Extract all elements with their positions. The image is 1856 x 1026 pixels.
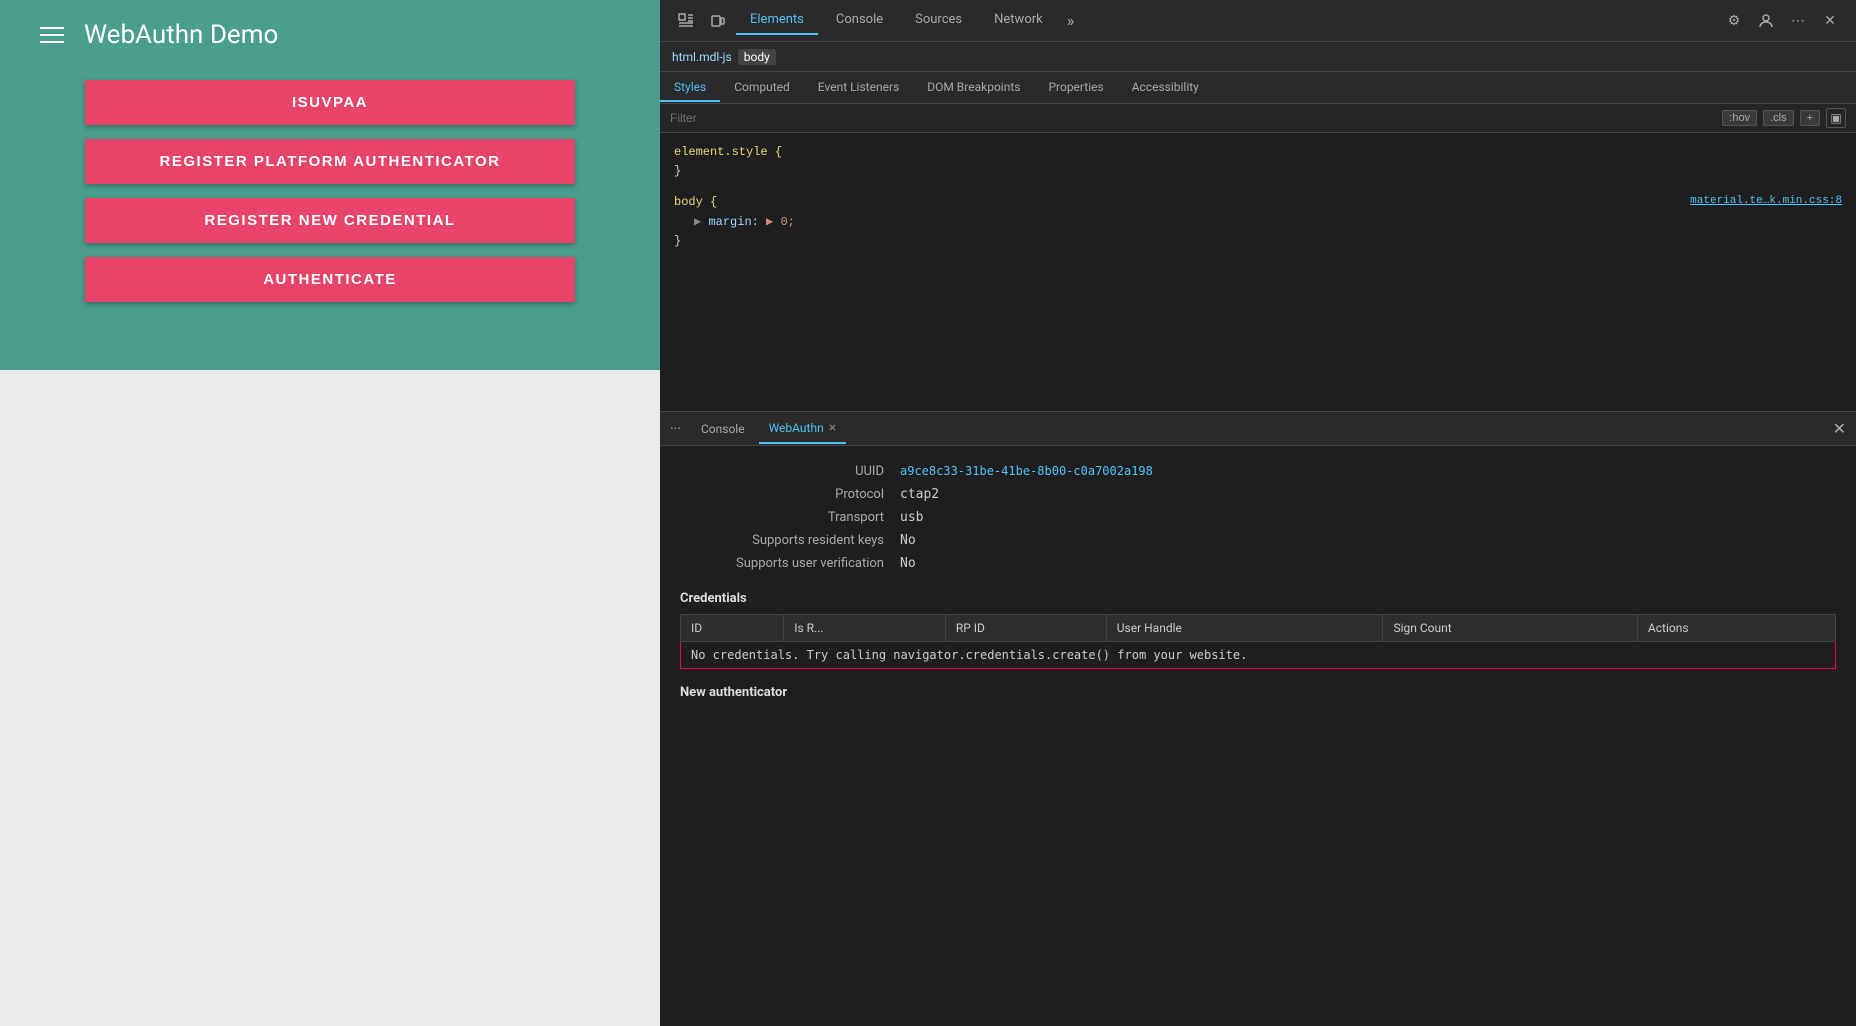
- uuid-label: UUID: [680, 464, 900, 479]
- add-style-rule[interactable]: +: [1800, 110, 1820, 126]
- inspect-icon[interactable]: [672, 7, 700, 35]
- more-tabs-icon[interactable]: »: [1061, 11, 1081, 30]
- transport-row: Transport usb: [680, 506, 1836, 529]
- hamburger-menu-icon[interactable]: [40, 27, 64, 43]
- tab-accessibility[interactable]: Accessibility: [1118, 74, 1213, 102]
- styles-filter-input[interactable]: [670, 111, 1716, 125]
- left-panel: WebAuthn Demo ISUVPAA REGISTER PLATFORM …: [0, 0, 660, 1026]
- devtools-main: Styles Computed Event Listeners DOM Brea…: [660, 72, 1856, 1026]
- tab-dom-breakpoints[interactable]: DOM Breakpoints: [913, 74, 1034, 102]
- register-platform-button[interactable]: REGISTER PLATFORM AUTHENTICATOR: [85, 139, 575, 184]
- col-sign-count: Sign Count: [1383, 615, 1637, 642]
- isuvpaa-button[interactable]: ISUVPAA: [85, 80, 575, 125]
- sidebar-toggle-icon[interactable]: ▣: [1826, 108, 1846, 128]
- transport-value: usb: [900, 510, 923, 525]
- authenticate-button[interactable]: AUTHENTICATE: [85, 257, 575, 302]
- overflow-icon[interactable]: ⋯: [1784, 7, 1812, 35]
- css-source-link[interactable]: material.te…k.min.css:8: [1690, 193, 1842, 211]
- tab-computed[interactable]: Computed: [720, 74, 804, 102]
- credentials-tbody: No credentials. Try calling navigator.cr…: [681, 642, 1836, 669]
- devtools-breadcrumb: html.mdl-js body: [660, 42, 1856, 72]
- styles-tabs: Styles Computed Event Listeners DOM Brea…: [660, 72, 1856, 104]
- app-content: [0, 370, 660, 1026]
- col-rp-id: RP ID: [945, 615, 1106, 642]
- credentials-title: Credentials: [680, 591, 1836, 606]
- user-verification-value: No: [900, 556, 916, 571]
- protocol-label: Protocol: [680, 487, 900, 502]
- settings-icon[interactable]: ⚙: [1720, 7, 1748, 35]
- tab-styles[interactable]: Styles: [660, 74, 720, 102]
- devtools-panel: Elements Console Sources Network » ⚙ ⋯ ✕…: [660, 0, 1856, 1026]
- no-credentials-suffix: from your website.: [1110, 648, 1247, 662]
- tab-webauthn[interactable]: WebAuthn ×: [759, 414, 847, 444]
- devtools-right-icons: ⚙ ⋯ ✕: [1720, 7, 1844, 35]
- resident-keys-label: Supports resident keys: [680, 533, 900, 548]
- cls-toggle[interactable]: .cls: [1763, 110, 1794, 126]
- webauthn-content: UUID a9ce8c33-31be-41be-8b00-c0a7002a198…: [660, 446, 1856, 1026]
- css-rule-body: body { material.te…k.min.css:8 ▶ margin:…: [674, 193, 1842, 251]
- authenticator-info: UUID a9ce8c33-31be-41be-8b00-c0a7002a198…: [680, 460, 1836, 575]
- credentials-section: Credentials ID Is R... RP ID User Handle…: [680, 591, 1836, 669]
- register-credential-button[interactable]: REGISTER NEW CREDENTIAL: [85, 198, 575, 243]
- breadcrumb-html[interactable]: html.mdl-js: [672, 50, 732, 64]
- credentials-header-row: ID Is R... RP ID User Handle Sign Count …: [681, 615, 1836, 642]
- bottom-panel: ··· Console WebAuthn × ✕ UUID a9ce8c33-3…: [660, 412, 1856, 1026]
- tab-network[interactable]: Network: [980, 6, 1057, 35]
- devtools-topbar: Elements Console Sources Network » ⚙ ⋯ ✕: [660, 0, 1856, 42]
- no-credentials-text: No credentials. Try calling: [691, 648, 893, 662]
- credentials-thead: ID Is R... RP ID User Handle Sign Count …: [681, 615, 1836, 642]
- hover-toggle[interactable]: :hov: [1722, 110, 1757, 126]
- css-close-brace: }: [674, 164, 681, 178]
- css-rule-element-style: element.style { }: [674, 143, 1842, 181]
- elements-panel: Styles Computed Event Listeners DOM Brea…: [660, 72, 1856, 412]
- app-title: WebAuthn Demo: [84, 20, 278, 50]
- styles-content: element.style { } body { material.te…k.m…: [660, 133, 1856, 411]
- tab-sources[interactable]: Sources: [901, 6, 976, 35]
- device-icon[interactable]: [704, 7, 732, 35]
- no-credentials-row: No credentials. Try calling navigator.cr…: [681, 642, 1836, 669]
- css-triangle[interactable]: ▶: [694, 215, 701, 229]
- col-user-handle: User Handle: [1106, 615, 1383, 642]
- css-selector: element.style {: [674, 145, 782, 159]
- no-credentials-cell: No credentials. Try calling navigator.cr…: [681, 642, 1836, 669]
- protocol-row: Protocol ctap2: [680, 483, 1836, 506]
- resident-keys-row: Supports resident keys No: [680, 529, 1836, 552]
- protocol-value: ctap2: [900, 487, 939, 502]
- breadcrumb-body[interactable]: body: [738, 49, 776, 65]
- css-close-brace2: }: [674, 234, 681, 248]
- credentials-table: ID Is R... RP ID User Handle Sign Count …: [680, 614, 1836, 669]
- new-authenticator-title: New authenticator: [680, 685, 1836, 700]
- user-icon[interactable]: [1752, 7, 1780, 35]
- css-margin-property: margin:: [708, 215, 766, 229]
- uuid-row: UUID a9ce8c33-31be-41be-8b00-c0a7002a198: [680, 460, 1836, 483]
- bottom-panel-tabs: ··· Console WebAuthn × ✕: [660, 412, 1856, 446]
- close-bottom-panel-icon[interactable]: ✕: [1833, 419, 1846, 439]
- tab-event-listeners[interactable]: Event Listeners: [804, 74, 913, 102]
- no-credentials-code: navigator.credentials.create(): [893, 648, 1110, 662]
- uuid-value: a9ce8c33-31be-41be-8b00-c0a7002a198: [900, 464, 1153, 479]
- app-header: WebAuthn Demo ISUVPAA REGISTER PLATFORM …: [0, 0, 660, 370]
- styles-panel: Styles Computed Event Listeners DOM Brea…: [660, 72, 1856, 411]
- col-actions: Actions: [1637, 615, 1835, 642]
- user-verification-label: Supports user verification: [680, 556, 900, 571]
- close-devtools-icon[interactable]: ✕: [1816, 7, 1844, 35]
- transport-label: Transport: [680, 510, 900, 525]
- col-id: ID: [681, 615, 784, 642]
- resident-keys-value: No: [900, 533, 916, 548]
- user-verification-row: Supports user verification No: [680, 552, 1836, 575]
- styles-filter-actions: :hov .cls + ▣: [1722, 108, 1846, 128]
- css-margin-value: ▶ 0;: [766, 215, 795, 229]
- tab-console-bottom[interactable]: Console: [691, 416, 755, 442]
- bottom-more-icon[interactable]: ···: [670, 421, 681, 437]
- styles-filter-bar: :hov .cls + ▣: [660, 104, 1856, 133]
- tab-properties[interactable]: Properties: [1034, 74, 1117, 102]
- buttons-area: ISUVPAA REGISTER PLATFORM AUTHENTICATOR …: [40, 70, 620, 302]
- css-body-selector: body {: [674, 195, 717, 209]
- tab-console[interactable]: Console: [822, 6, 897, 35]
- tab-close-icon[interactable]: ×: [829, 420, 836, 436]
- header-top: WebAuthn Demo: [40, 0, 620, 70]
- col-is-r: Is R...: [784, 615, 946, 642]
- tab-elements[interactable]: Elements: [736, 6, 818, 35]
